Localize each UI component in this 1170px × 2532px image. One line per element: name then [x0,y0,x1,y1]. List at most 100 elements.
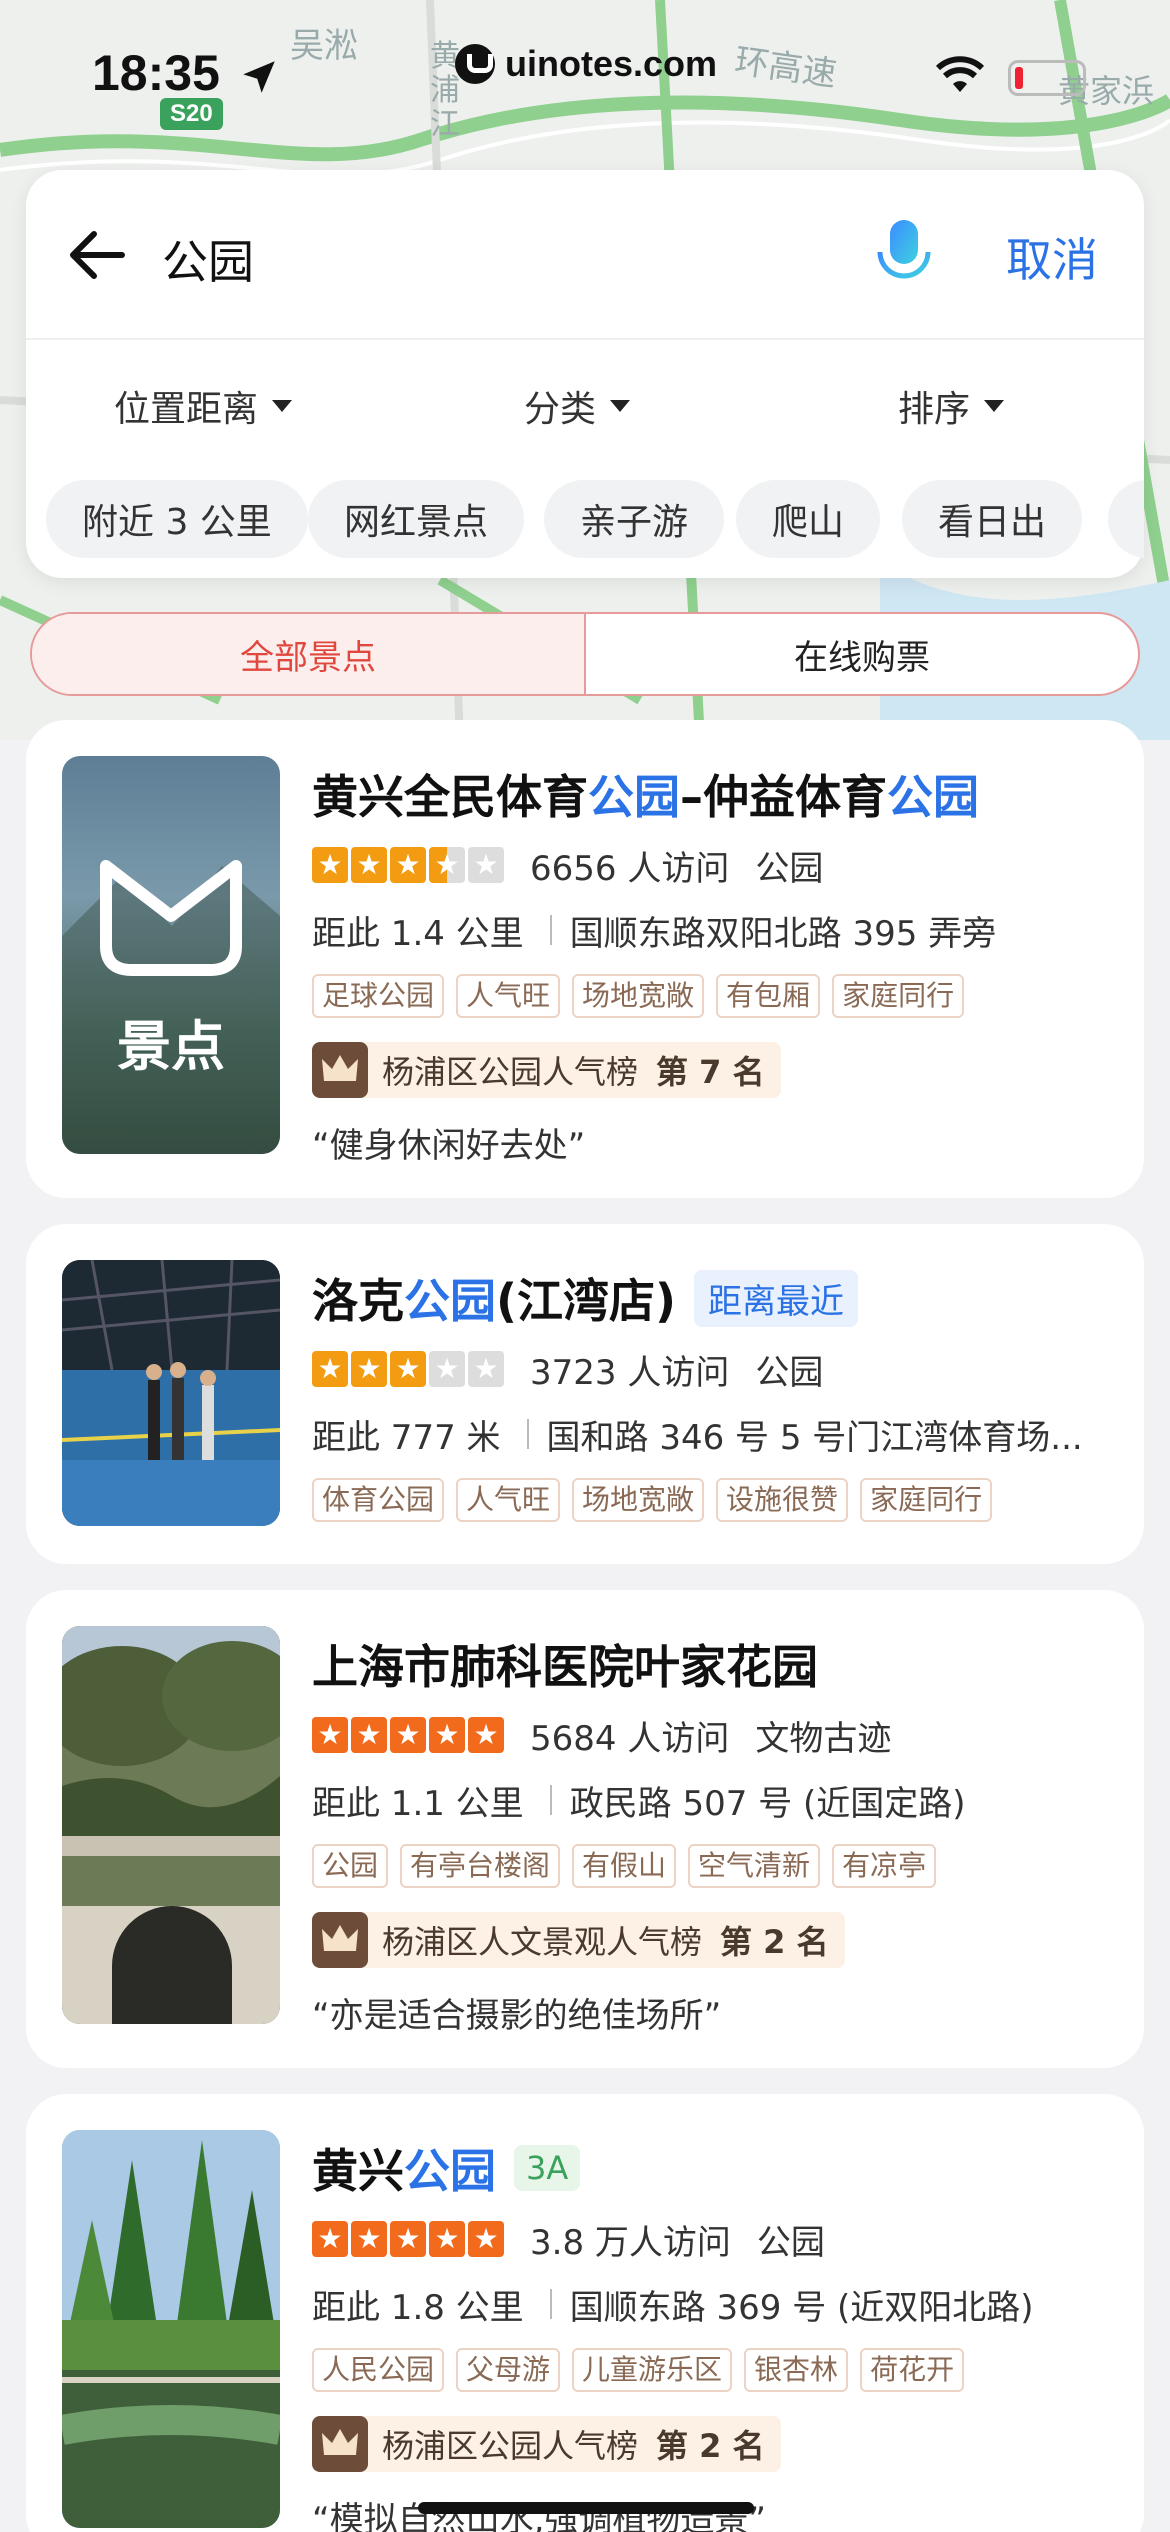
chip[interactable]: 看日出 [902,480,1083,558]
category: 公园 [755,848,824,889]
visit-count: 3.8 万人访问 [530,2222,731,2263]
caret-down-icon [610,400,631,412]
tag-list: 人民公园 父母游 儿童游乐区 银杏林 荷花开 [312,2348,1114,2396]
divider [549,2289,552,2319]
quick-chips: 附近 3 公里 网红景点 亲子游 爬山 看日出 [26,470,1144,560]
site-logo-icon [455,44,495,84]
star-icon [312,847,348,883]
star-icon [468,1351,504,1387]
star-icon [351,1717,387,1753]
nearest-badge: 距离最近 [694,1269,859,1327]
ranking-badge[interactable]: 杨浦区公园人气榜 第 2 名 [312,2416,781,2472]
star-icon [429,2221,465,2257]
tag-list: 体育公园 人气旺 场地宽敞 设施很赞 家庭同行 [312,1478,1114,1526]
tag: 父母游 [456,2348,561,2392]
rank-list-name: 杨浦区人文景观人气榜 [382,1923,703,1961]
crown-icon [312,2416,368,2472]
result-title[interactable]: 黄兴全民体育公园–仲益体育公园 [312,761,979,827]
location-arrow-icon [243,61,275,93]
search-bar: 公园 取消 [26,170,1144,340]
visit-count: 5684 人访问 [530,1718,730,1759]
tag: 场地宽敞 [572,1478,705,1522]
clock: 18:35 [92,45,220,101]
star-icon [351,847,387,883]
filter-category[interactable]: 分类 [524,380,631,432]
divider [549,915,552,945]
tag: 场地宽敞 [572,974,705,1018]
category: 文物古迹 [755,1718,892,1759]
star-rating [312,1717,504,1753]
chip[interactable] [1108,480,1144,558]
result-card[interactable]: 景点 黄兴全民体育公园–仲益体育公园 6656 人访问 公园 距此 1.4 公里… [26,720,1144,1198]
result-thumbnail [62,1626,280,2024]
tag: 家庭同行 [860,1478,993,1522]
thumb-label: 景点 [117,1015,225,1078]
rank-list-name: 杨浦区公园人气榜 [382,1053,639,1091]
star-icon [390,847,426,883]
result-body: 黄兴公园 3A 3.8 万人访问 公园 距此 1.8 公里 国顺东路 369 号… [312,2130,1114,2532]
tag-list: 公园 有亭台楼阁 有假山 空气清新 有凉亭 [312,1844,1114,1892]
review-quote: “健身休闲好去处” [312,1126,586,1166]
result-card[interactable]: 洛克公园(江湾店) 距离最近 3723 人访问 公园 距此 777 米 国和路 … [26,1224,1144,1564]
distance: 距此 1.4 公里 [312,913,524,954]
wifi-icon [935,56,985,92]
microphone-icon[interactable] [868,216,940,296]
caret-down-icon [272,400,293,412]
review-quote: “亦是适合摄影的绝佳场所” [312,1996,722,2036]
filter-sort[interactable]: 排序 [898,380,1005,432]
chip[interactable]: 网红景点 [308,480,525,558]
result-thumbnail: 景点 [62,756,280,1154]
tag: 有包厢 [716,974,821,1018]
cancel-button[interactable]: 取消 [1006,224,1098,290]
divider [549,1785,552,1815]
search-panel: 公园 取消 位置距离 分类 排序 附近 3 公里 网红景点 亲子游 爬山 看日出 [26,170,1144,578]
tab-all-spots[interactable]: 全部景点 [32,614,586,694]
back-arrow-icon[interactable] [62,220,132,290]
tag-list: 足球公园 人气旺 场地宽敞 有包厢 家庭同行 [312,974,1114,1022]
tag: 公园 [312,1844,389,1888]
distance: 距此 777 米 [312,1417,501,1458]
star-icon [429,1717,465,1753]
segment-tabs: 全部景点 在线购票 [30,612,1140,696]
chip[interactable]: 爬山 [736,480,881,558]
filter-distance[interactable]: 位置距离 [114,380,293,432]
star-icon [468,1717,504,1753]
site-text: uinotes.com [505,43,718,84]
ranking-badge[interactable]: 杨浦区公园人气榜 第 7 名 [312,1042,781,1098]
tag: 体育公园 [312,1478,445,1522]
filter-label: 位置距离 [114,389,259,430]
home-indicator[interactable] [418,2502,754,2514]
distance: 距此 1.8 公里 [312,2287,524,2328]
tag: 家庭同行 [832,974,965,1018]
site-label: uinotes.com [455,38,717,90]
search-input[interactable]: 公园 [162,226,254,292]
star-icon [351,1351,387,1387]
star-icon [468,847,504,883]
tag: 荷花开 [860,2348,965,2392]
result-card[interactable]: 上海市肺科医院叶家花园 5684 人访问 文物古迹 距此 1.1 公里 政民路 … [26,1590,1144,2068]
tag: 空气清新 [688,1844,821,1888]
chip[interactable]: 亲子游 [544,480,725,558]
rank-position: 第 2 名 [720,1923,829,1961]
star-icon [390,2221,426,2257]
divider [526,1419,529,1449]
tab-online-tickets[interactable]: 在线购票 [586,614,1138,694]
result-title[interactable]: 洛克公园(江湾店) [312,1265,676,1331]
visit-count: 6656 人访问 [530,848,730,889]
filter-row: 位置距离 分类 排序 [26,340,1144,460]
result-title[interactable]: 上海市肺科医院叶家花园 [312,1631,818,1697]
filter-label: 分类 [524,389,597,430]
star-rating [312,1351,504,1387]
result-body: 黄兴全民体育公园–仲益体育公园 6656 人访问 公园 距此 1.4 公里 国顺… [312,756,1114,1167]
road-badge: S20 [160,98,223,130]
result-title[interactable]: 黄兴公园 [312,2135,496,2201]
star-icon [351,2221,387,2257]
chip[interactable]: 附近 3 公里 [46,480,308,558]
distance: 距此 1.1 公里 [312,1783,524,1824]
address: 国和路 346 号 5 号门江湾体育场... [546,1417,1083,1458]
ranking-badge[interactable]: 杨浦区人文景观人气榜 第 2 名 [312,1912,845,1968]
result-card[interactable]: 黄兴公园 3A 3.8 万人访问 公园 距此 1.8 公里 国顺东路 369 号… [26,2094,1144,2532]
category: 公园 [756,2222,825,2263]
result-body: 洛克公园(江湾店) 距离最近 3723 人访问 公园 距此 777 米 国和路 … [312,1260,1114,1526]
tag: 儿童游乐区 [572,2348,733,2392]
